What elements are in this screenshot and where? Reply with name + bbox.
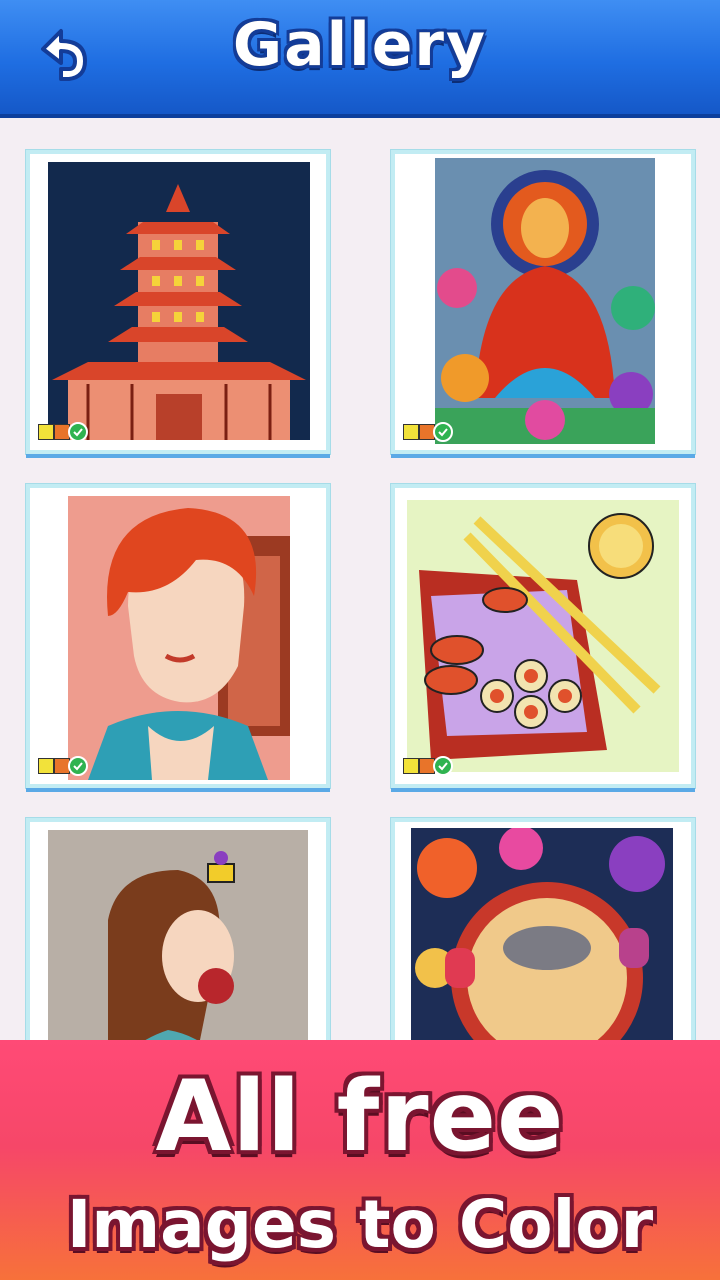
completion-indicator <box>403 422 453 442</box>
checkmark-icon <box>68 422 88 442</box>
page-title: Gallery <box>232 10 488 80</box>
top-bar: Gallery <box>0 0 720 118</box>
banner-headline: All free <box>155 1060 565 1174</box>
checkmark-icon <box>433 422 453 442</box>
progress-swatch <box>38 424 54 440</box>
artwork-pagoda <box>48 162 310 440</box>
completion-indicator <box>38 756 88 776</box>
progress-swatch <box>403 424 419 440</box>
gallery-item-pagoda[interactable] <box>26 150 330 454</box>
artwork-portrait <box>68 496 290 780</box>
checkmark-icon <box>68 756 88 776</box>
progress-swatch <box>403 758 419 774</box>
promo-banner: All free Images to Color <box>0 1040 720 1280</box>
gallery-item-buddha[interactable] <box>391 150 695 454</box>
completion-indicator <box>403 756 453 776</box>
completion-indicator <box>38 422 88 442</box>
gallery-item-sushi[interactable] <box>391 484 695 788</box>
checkmark-icon <box>433 756 453 776</box>
banner-subheadline: Images to Color <box>66 1186 654 1263</box>
artwork-sushi <box>407 500 679 772</box>
gallery-item-portrait[interactable] <box>26 484 330 788</box>
gallery-grid <box>0 118 720 1122</box>
artwork-buddha <box>435 158 655 444</box>
progress-swatch <box>38 758 54 774</box>
